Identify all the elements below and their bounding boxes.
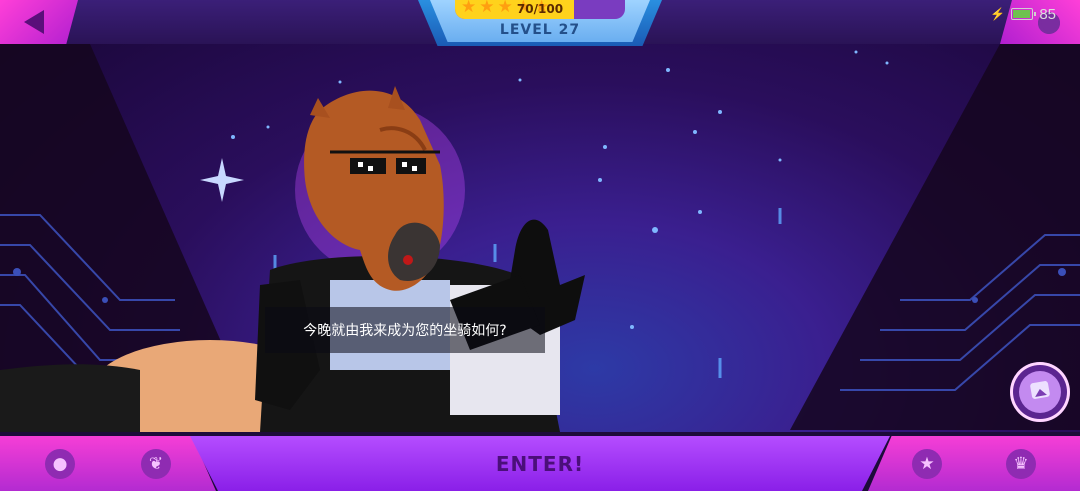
battery-icon bbox=[1011, 8, 1037, 20]
horse-mask-character bbox=[0, 86, 585, 432]
back-arrow-icon bbox=[24, 10, 44, 34]
trophy-button[interactable]: ♛ bbox=[962, 436, 1080, 491]
photo-album-inner bbox=[1019, 371, 1061, 413]
enter-label: ENTER! bbox=[495, 451, 585, 476]
dialog-subtitle: 今晚就由我来成为您的坐骑如何? bbox=[265, 307, 545, 353]
leaf-icon: ❦ bbox=[141, 448, 171, 479]
photo-album-button[interactable] bbox=[1010, 362, 1070, 422]
xp-text: 70/100 bbox=[516, 2, 564, 16]
trophy-icon: ♛ bbox=[1006, 448, 1036, 479]
charging-icon: ⚡ bbox=[990, 7, 1006, 21]
status-bar: ⚡ 85 bbox=[990, 4, 1056, 24]
profile-icon: ● bbox=[45, 448, 75, 479]
level-label: LEVEL 27 bbox=[499, 22, 581, 38]
battery-level: 85 bbox=[1039, 5, 1056, 23]
star-icon: ★ bbox=[912, 448, 942, 479]
game-scene: 今晚就由我来成为您的坐骑如何? bbox=[0, 0, 1080, 491]
back-button[interactable] bbox=[0, 0, 78, 44]
photo-album-icon bbox=[1029, 380, 1051, 400]
enter-button[interactable]: ENTER! bbox=[190, 436, 890, 491]
